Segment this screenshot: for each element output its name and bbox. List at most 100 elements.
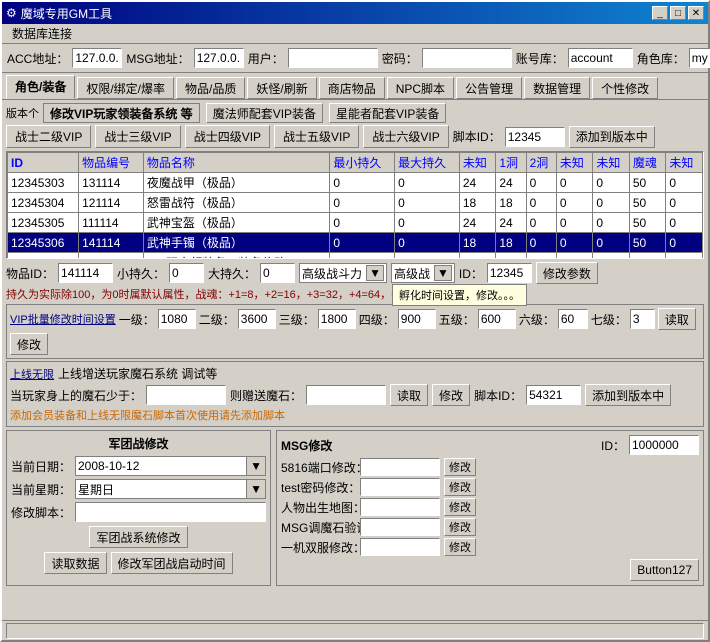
vip-table-container[interactable]: ID 物品编号 物品名称 最小持久 最大持久 未知 1洞 2洞 未知 未知 魔魂…: [6, 151, 704, 259]
guild-system-button[interactable]: 军团战系统修改: [89, 526, 187, 548]
vip-tab-6[interactable]: 战士六级VIP: [363, 125, 448, 148]
table-row[interactable]: 12345307VIP玩家领装备，装备修改。001818000500: [8, 253, 703, 260]
pwd-input[interactable]: [422, 48, 512, 68]
guild-read-button[interactable]: 读取数据: [44, 552, 106, 574]
msg-section: MSG修改 ID： 5816端口修改： 修改 test密码修改： 修改: [276, 430, 704, 586]
grade2-select-container[interactable]: 高级战 ▼ 孵化时间设置，修改。。。: [391, 263, 455, 283]
grade-dropdown-icon[interactable]: ▼: [366, 265, 384, 281]
msg-field-2-input[interactable]: [360, 498, 440, 516]
menu-db[interactable]: 数据库连接: [6, 23, 78, 44]
lv3-label: 三级：: [279, 311, 315, 328]
script-id-label: 脚本ID：: [453, 128, 501, 145]
item-id-input[interactable]: [58, 263, 113, 283]
topup-script-label: 脚本ID：: [474, 387, 522, 404]
vip-tab-5[interactable]: 战士五级VIP: [274, 125, 359, 148]
tab-role[interactable]: 角色/装备: [6, 75, 75, 99]
maximize-button[interactable]: □: [670, 6, 686, 20]
topup-label: 上线无限: [10, 366, 54, 382]
table-row[interactable]: 12345303131114夜魔战甲（极品）002424000500: [8, 173, 703, 193]
guild-week-input[interactable]: [76, 480, 246, 498]
tab-data[interactable]: 数据管理: [524, 77, 590, 99]
grade2-label: 高级战: [394, 265, 430, 282]
close-button[interactable]: ✕: [688, 6, 704, 20]
msg-field-1-input[interactable]: [360, 478, 440, 496]
tab-npc[interactable]: NPC脚本: [387, 77, 454, 99]
lv3-input[interactable]: [318, 309, 356, 329]
max-input[interactable]: [260, 263, 295, 283]
duration-read-button[interactable]: 读取: [658, 308, 696, 330]
guild-week-arrow[interactable]: ▼: [246, 480, 265, 498]
msg-field-4-label: 一机双服修改：: [281, 539, 356, 556]
vip-tab-4[interactable]: 战士四级VIP: [185, 125, 270, 148]
grade2-dropdown-icon[interactable]: ▼: [434, 265, 452, 281]
max-label: 大持久：: [208, 265, 256, 282]
modify-param-button[interactable]: 修改参数: [536, 262, 598, 284]
item-edit-row: 物品ID： 小持久： 大持久： 高级战斗力 ▼ 高级战 ▼ 孵化时间设置，修改。…: [6, 262, 704, 284]
window-controls: _ □ ✕: [652, 6, 704, 20]
table-row[interactable]: 12345304121114怒雷战符（极品）001818000500: [8, 193, 703, 213]
tab-item[interactable]: 物品/品质: [176, 77, 245, 99]
msg-field-2-btn[interactable]: 修改: [444, 498, 476, 516]
topup-less-label: 当玩家身上的魔石少于：: [10, 387, 142, 404]
tab-shop[interactable]: 商店物品: [319, 77, 385, 99]
vip-tab-3[interactable]: 战士三级VIP: [95, 125, 180, 148]
topup-less-input[interactable]: [146, 385, 226, 405]
guild-date-input[interactable]: [76, 457, 246, 475]
script-id-input[interactable]: [505, 127, 565, 147]
tab-monster[interactable]: 妖怪/刷新: [247, 77, 316, 99]
guild-date-combo[interactable]: ▼: [75, 456, 266, 476]
msg-id-input[interactable]: [629, 435, 699, 455]
msg-field-0-btn[interactable]: 修改: [444, 458, 476, 476]
guild-script-label: 修改脚本：: [11, 504, 71, 521]
topup-give-input[interactable]: [306, 385, 386, 405]
right-id-input[interactable]: [487, 263, 532, 283]
account-input[interactable]: [568, 48, 633, 68]
topup-read-button[interactable]: 读取: [390, 384, 428, 406]
lv6-input[interactable]: [558, 309, 588, 329]
tab-announce[interactable]: 公告管理: [456, 77, 522, 99]
topup-add-button[interactable]: 添加到版本中: [585, 384, 671, 406]
guild-script-input[interactable]: [75, 502, 266, 522]
lv1-input[interactable]: [158, 309, 196, 329]
topup-desc: 上线增送玩家魔石系统 调试等: [58, 365, 217, 382]
hatch-tooltip: 孵化时间设置，修改。。。: [392, 284, 527, 306]
topup-modify-button[interactable]: 修改: [432, 384, 470, 406]
vip-tab-2[interactable]: 战士二级VIP: [6, 125, 91, 148]
msg-field-4-input[interactable]: [360, 538, 440, 556]
acc-addr-input[interactable]: [72, 48, 122, 68]
guild-date-arrow[interactable]: ▼: [246, 457, 265, 475]
grade-select-container[interactable]: 高级战斗力 ▼: [299, 263, 387, 283]
col-unk2: 未知: [556, 153, 593, 173]
lv7-input[interactable]: [630, 309, 655, 329]
tab-perm[interactable]: 权限/绑定/爆率: [77, 77, 174, 99]
sub-tab-0[interactable]: 修改VIP玩家领装备系统 等: [43, 103, 200, 123]
msg-field-3-btn[interactable]: 修改: [444, 518, 476, 536]
sub-tab-2[interactable]: 星能者配套VIP装备: [329, 103, 446, 123]
guild-week-combo[interactable]: ▼: [75, 479, 266, 499]
msg-field-4-btn[interactable]: 修改: [444, 538, 476, 556]
minimize-button[interactable]: _: [652, 6, 668, 20]
msg-field-3-input[interactable]: [360, 518, 440, 536]
msg-field-0-input[interactable]: [360, 458, 440, 476]
col-min: 最小持久: [330, 153, 395, 173]
topup-script-input[interactable]: [526, 385, 581, 405]
user-input[interactable]: [288, 48, 378, 68]
table-row[interactable]: 12345306141114武神手镯（极品）001818000500: [8, 233, 703, 253]
lv5-input[interactable]: [478, 309, 516, 329]
lv2-input[interactable]: [238, 309, 276, 329]
min-input[interactable]: [169, 263, 204, 283]
vip-tab-row: 战士二级VIP 战士三级VIP 战士四级VIP 战士五级VIP 战士六级VIP …: [6, 125, 704, 148]
table-row[interactable]: 12345305111114武神宝盔（极品）002424000500: [8, 213, 703, 233]
add-to-version-button[interactable]: 添加到版本中: [569, 126, 655, 148]
msg-id-row: ID：: [601, 435, 699, 455]
guild-time-button[interactable]: 修改军团战启动时间: [111, 552, 233, 574]
duration-modify-button[interactable]: 修改: [10, 333, 48, 355]
tab-personal[interactable]: 个性修改: [592, 77, 658, 99]
btn127[interactable]: Button127: [630, 559, 699, 581]
msg-field-1-btn[interactable]: 修改: [444, 478, 476, 496]
version-label: 版本个: [6, 105, 39, 121]
msg-addr-input[interactable]: [194, 48, 244, 68]
lv4-input[interactable]: [398, 309, 436, 329]
sub-tab-1[interactable]: 魔法师配套VIP装备: [206, 103, 323, 123]
role-input[interactable]: [689, 48, 710, 68]
